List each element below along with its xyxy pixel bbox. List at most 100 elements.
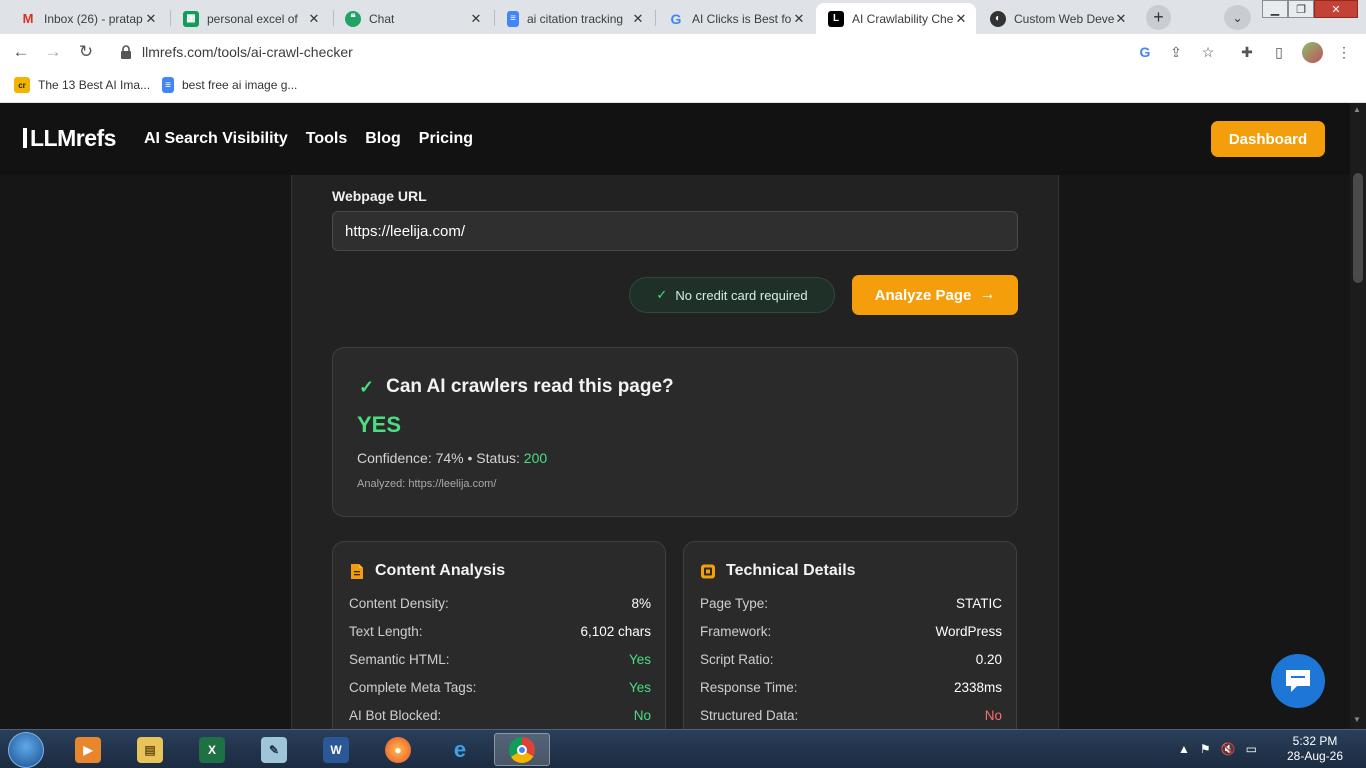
action-center-flag-icon[interactable]: ⚑ <box>1200 742 1211 756</box>
close-icon[interactable]: ✕ <box>144 11 158 27</box>
nav-pricing[interactable]: Pricing <box>419 130 473 148</box>
docs-icon: ≡ <box>162 77 174 93</box>
start-button[interactable] <box>8 732 44 768</box>
tab-docs[interactable]: ≡ ai citation tracking ✕ <box>495 3 653 34</box>
window-close-button[interactable]: ✕ <box>1314 0 1358 18</box>
scroll-up-arrow-icon[interactable]: ▲ <box>1353 105 1361 114</box>
url-input[interactable] <box>332 211 1018 251</box>
menu-icon[interactable]: ⋮ <box>1334 42 1354 62</box>
system-clock[interactable]: 5:32 PM 28-Aug-26 <box>1278 734 1352 764</box>
system-tray: ▲ ⚑ 🔇 ▭ <box>1178 742 1257 756</box>
close-icon[interactable]: ✕ <box>954 11 968 27</box>
scroll-thumb[interactable] <box>1353 173 1363 283</box>
scroll-down-arrow-icon[interactable]: ▼ <box>1353 715 1361 724</box>
taskbar-firefox[interactable]: ● <box>370 733 426 766</box>
tab-chat[interactable]: ❝ Chat ✕ <box>333 3 491 34</box>
browser-toolbar: ← → ↻ llmrefs.com/tools/ai-crawl-checker… <box>0 34 1366 70</box>
window-controls: ▁ ❐ ✕ <box>1262 0 1358 18</box>
row-value: WordPress <box>935 624 1002 639</box>
taskbar-word[interactable]: W <box>308 733 364 766</box>
row-value: 6,102 chars <box>580 624 651 639</box>
content-density-row: Content Density: 8% <box>349 596 651 611</box>
extensions-icon[interactable]: ✚ <box>1237 42 1257 62</box>
response-time-row: Response Time: 2338ms <box>700 680 1002 695</box>
close-icon[interactable]: ✕ <box>1114 11 1128 27</box>
internet-explorer-icon: e <box>453 736 467 762</box>
side-panel-icon[interactable]: ▯ <box>1269 42 1289 62</box>
address-bar[interactable]: llmrefs.com/tools/ai-crawl-checker <box>110 38 1340 66</box>
logo-mark <box>23 128 27 148</box>
row-value: 2338ms <box>953 680 1002 695</box>
forward-button[interactable]: → <box>41 40 65 64</box>
share-icon[interactable]: ⇪ <box>1166 42 1186 62</box>
tab-title: personal excel of <box>207 11 298 26</box>
new-tab-button[interactable]: + <box>1146 5 1171 30</box>
taskbar-media-player[interactable]: ▶ <box>60 733 116 766</box>
minimize-button[interactable]: ▁ <box>1262 0 1288 18</box>
google-lens-icon[interactable]: G <box>1135 42 1155 62</box>
analyze-page-button[interactable]: Analyze Page → <box>852 275 1018 315</box>
site-logo[interactable]: LLMrefs <box>23 125 116 152</box>
bookmark-star-icon[interactable]: ☆ <box>1198 42 1218 62</box>
row-label: Content Density: <box>349 596 449 611</box>
row-label: Script Ratio: <box>700 652 774 667</box>
content-analysis-heading: Content Analysis <box>349 562 505 580</box>
maximize-button[interactable]: ❐ <box>1288 0 1314 18</box>
back-button[interactable]: ← <box>9 40 33 64</box>
show-hidden-icons-icon[interactable]: ▲ <box>1178 742 1190 756</box>
close-icon[interactable]: ✕ <box>792 11 806 27</box>
tab-google[interactable]: G AI Clicks is Best fo ✕ <box>656 3 814 34</box>
taskbar-excel[interactable]: X <box>184 733 240 766</box>
cr-icon: cr <box>14 77 30 93</box>
nav-ai-search-visibility[interactable]: AI Search Visibility <box>144 130 288 148</box>
analyze-label: Analyze Page <box>874 286 972 304</box>
main-nav: AI Search Visibility Tools Blog Pricing <box>144 130 473 148</box>
tab-title: ai citation tracking <box>527 11 624 26</box>
technical-details-card: Technical Details Page Type: STATIC Fram… <box>683 541 1017 741</box>
taskbar-explorer[interactable]: ▤ <box>122 733 178 766</box>
row-label: Complete Meta Tags: <box>349 680 477 695</box>
dashboard-button[interactable]: Dashboard <box>1211 121 1325 157</box>
bookmark-label: The 13 Best AI Ima... <box>38 78 151 92</box>
taskbar-notes[interactable]: ✎ <box>246 733 302 766</box>
page-scrollbar[interactable]: ▲ ▼ <box>1350 103 1366 729</box>
document-icon <box>351 563 363 579</box>
profile-avatar[interactable] <box>1302 42 1323 63</box>
row-value: Yes <box>628 652 651 667</box>
chat-icon <box>1286 670 1310 692</box>
tab-gmail[interactable]: M Inbox (26) - pratap ✕ <box>8 3 166 34</box>
folder-icon: ▤ <box>137 736 163 763</box>
row-value: 8% <box>631 596 651 611</box>
google-icon: G <box>670 10 682 27</box>
result-answer: YES <box>357 412 402 437</box>
status-code: 200 <box>523 450 548 466</box>
result-meta: Confidence: 74% • Status: 200 <box>357 450 547 466</box>
volume-muted-icon[interactable]: 🔇 <box>1221 742 1236 756</box>
taskbar-chrome[interactable] <box>494 733 550 766</box>
semantic-html-row: Semantic HTML: Yes <box>349 652 651 667</box>
close-icon[interactable]: ✕ <box>631 11 645 27</box>
chat-widget-button[interactable] <box>1271 654 1325 708</box>
network-icon[interactable]: ▭ <box>1246 742 1257 756</box>
crawlability-result-card: ✓ Can AI crawlers read this page? YES Co… <box>332 347 1018 517</box>
bookmark-label: best free ai image g... <box>182 78 298 92</box>
script-ratio-row: Script Ratio: 0.20 <box>700 652 1002 667</box>
bookmarks-bar: cr The 13 Best AI Ima... ≡ best free ai … <box>0 70 1366 103</box>
framework-row: Framework: WordPress <box>700 624 1002 639</box>
taskbar-internet-explorer[interactable]: e <box>432 733 488 766</box>
bookmark-item[interactable]: cr The 13 Best AI Ima... <box>14 77 150 93</box>
close-icon[interactable]: ✕ <box>469 11 483 27</box>
confidence-text: Confidence: 74% • Status: <box>357 450 524 466</box>
nav-tools[interactable]: Tools <box>306 130 347 148</box>
excel-icon: X <box>199 736 225 763</box>
tab-ai-crawlability[interactable]: L AI Crawlability Che ✕ <box>816 3 976 34</box>
bookmark-item[interactable]: ≡ best free ai image g... <box>162 77 297 93</box>
tab-search-button[interactable]: ⌄ <box>1224 5 1251 30</box>
tab-custom-web[interactable]: ◐ Custom Web Deve ✕ <box>978 3 1136 34</box>
row-label: Semantic HTML: <box>349 652 450 667</box>
url-text: llmrefs.com/tools/ai-crawl-checker <box>142 44 353 60</box>
tab-sheets[interactable]: ▦ personal excel of ✕ <box>171 3 329 34</box>
close-icon[interactable]: ✕ <box>307 11 321 27</box>
nav-blog[interactable]: Blog <box>365 130 401 148</box>
reload-button[interactable]: ↻ <box>74 40 98 64</box>
